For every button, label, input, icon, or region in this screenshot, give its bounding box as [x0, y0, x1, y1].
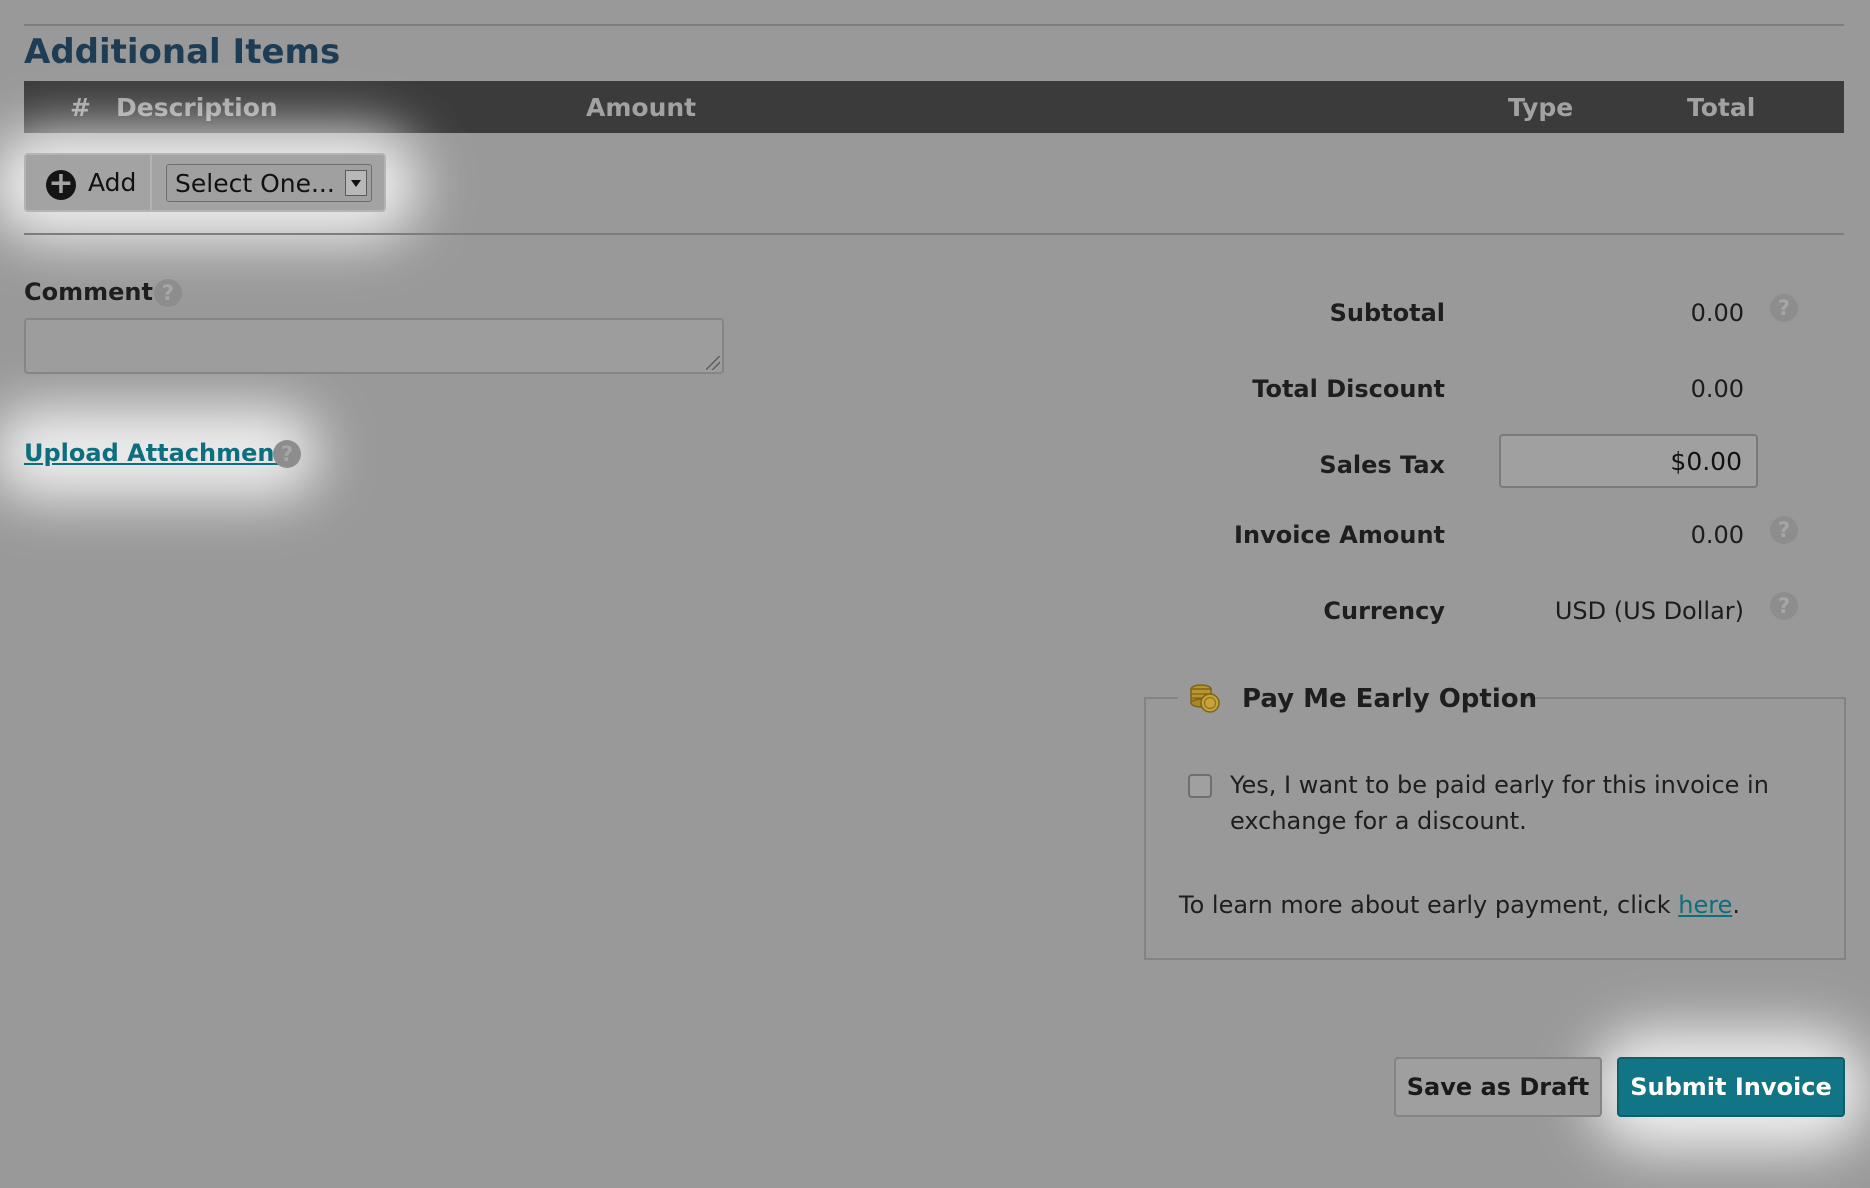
- subtotal-label: Subtotal: [1329, 299, 1445, 327]
- submit-invoice-button[interactable]: Submit Invoice: [1617, 1057, 1845, 1117]
- sales-tax-label: Sales Tax: [1319, 451, 1445, 479]
- add-button[interactable]: + Add: [26, 155, 152, 210]
- column-number: #: [70, 93, 91, 122]
- items-table-header: # Description Amount Type Total: [24, 81, 1844, 133]
- learn-more-text: To learn more about early payment, click…: [1179, 891, 1740, 919]
- comment-help-icon[interactable]: ?: [154, 279, 182, 307]
- plus-circle-icon: +: [46, 169, 76, 200]
- currency-help-icon[interactable]: ?: [1770, 592, 1798, 620]
- invoice-amount-help-icon[interactable]: ?: [1770, 516, 1798, 544]
- upload-help-icon[interactable]: ?: [273, 440, 301, 468]
- item-type-select-value: Select One...: [175, 169, 335, 198]
- coins-icon: [1190, 684, 1220, 713]
- sales-tax-value: $0.00: [1670, 447, 1742, 476]
- currency-label: Currency: [1323, 597, 1445, 625]
- pay-early-checkbox[interactable]: [1188, 774, 1212, 798]
- add-item-control: + Add Select One...: [24, 153, 386, 212]
- invoice-amount-value: 0.00: [1690, 521, 1744, 549]
- learn-more-prefix: To learn more about early payment, click: [1179, 891, 1679, 919]
- column-amount: Amount: [586, 93, 697, 122]
- upload-attachment-link[interactable]: Upload Attachment: [24, 439, 286, 467]
- sales-tax-input[interactable]: $0.00: [1499, 434, 1758, 488]
- section-divider: [24, 233, 1844, 235]
- chevron-down-icon: [345, 170, 367, 196]
- column-type: Type: [1508, 93, 1574, 122]
- save-as-draft-button[interactable]: Save as Draft: [1394, 1057, 1602, 1117]
- invoice-amount-label: Invoice Amount: [1234, 521, 1445, 549]
- column-total: Total: [1687, 93, 1756, 122]
- pay-early-checkbox-label: Yes, I want to be paid early for this in…: [1230, 771, 1769, 835]
- subtotal-help-icon[interactable]: ?: [1770, 294, 1798, 322]
- column-description: Description: [116, 93, 278, 122]
- learn-more-suffix: .: [1732, 891, 1740, 919]
- subtotal-value: 0.00: [1690, 299, 1744, 327]
- total-discount-value: 0.00: [1690, 375, 1744, 403]
- section-title: Additional Items: [24, 32, 341, 72]
- comment-label: Comment: [24, 278, 153, 306]
- total-discount-label: Total Discount: [1252, 375, 1445, 403]
- comment-textarea[interactable]: [24, 318, 724, 374]
- pay-early-title: Pay Me Early Option: [1242, 684, 1538, 714]
- item-type-select[interactable]: Select One...: [166, 164, 372, 202]
- resize-grip-icon[interactable]: [706, 356, 720, 370]
- currency-value: USD (US Dollar): [1554, 597, 1744, 625]
- add-button-label: Add: [88, 168, 137, 197]
- learn-more-link[interactable]: here: [1678, 891, 1732, 919]
- top-divider: [24, 24, 1844, 26]
